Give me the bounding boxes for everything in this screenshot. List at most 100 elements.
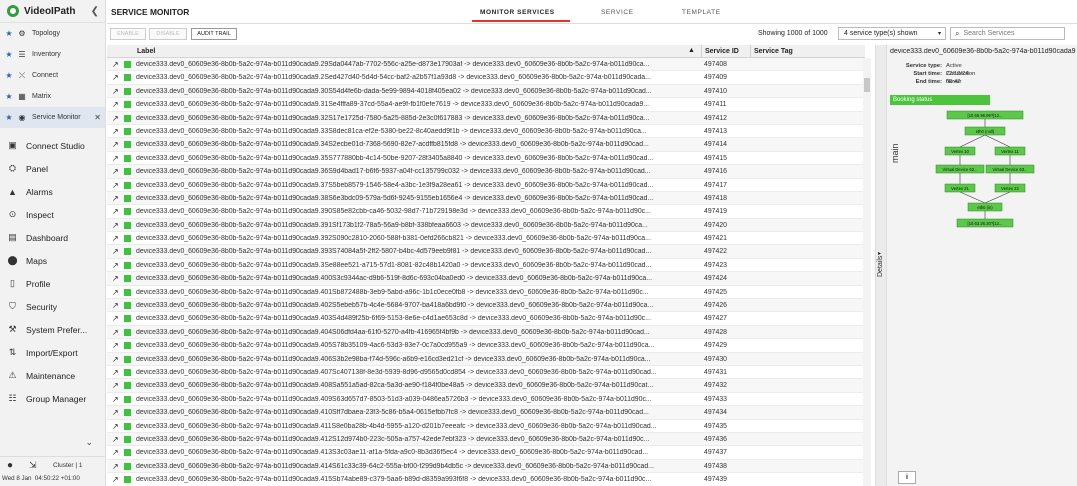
link-icon[interactable]: ↗ xyxy=(112,181,119,190)
link-icon[interactable]: ↗ xyxy=(112,221,119,230)
link-icon[interactable]: ↗ xyxy=(112,341,119,350)
chevron-left-icon[interactable]: ❮ xyxy=(91,6,99,17)
link-icon[interactable]: ↗ xyxy=(112,127,119,136)
link-icon[interactable]: ↗ xyxy=(112,355,119,364)
table-row[interactable]: ↗ device333.dev0_60609e36-8b0b-5a2c-974a-… xyxy=(107,406,865,420)
service-graph[interactable]: [10.65.96.99?]12... eth0 (null) Vertex 10 V… xyxy=(890,105,1076,235)
table-row[interactable]: ↗ device333.dev0_60609e36-8b0b-5a2c-974a-… xyxy=(107,420,865,433)
link-icon[interactable]: ↗ xyxy=(112,247,119,256)
graph-node[interactable]: Virtual Device 63... xyxy=(985,164,1035,174)
link-icon[interactable]: ↗ xyxy=(112,435,119,444)
link-icon[interactable]: ↗ xyxy=(112,194,119,203)
star-icon[interactable]: ★ xyxy=(3,50,15,59)
table-row[interactable]: ↗ device333.dev0_60609e36-8b0b-5a2c-974a-… xyxy=(107,71,865,85)
sidebar-item-connect-studio[interactable]: ▣ Connect Studio xyxy=(0,134,105,157)
table-row[interactable]: ↗ device333.dev0_60609e36-8b0b-5a2c-974a-… xyxy=(107,286,865,300)
table-row[interactable]: ↗ device333.dev0_60609e36-8b0b-5a2c-974a-… xyxy=(107,218,865,233)
sidebar-item-panel[interactable]: ⛭ Panel xyxy=(0,157,105,180)
sidebar-item-system-prefer-[interactable]: ⚒ System Prefer... xyxy=(0,318,105,341)
tab-service[interactable]: SERVICE xyxy=(601,9,634,16)
table-row[interactable]: ↗ device333.dev0_60609e36-8b0b-5a2c-974a-… xyxy=(107,125,865,139)
tab-monitor-services[interactable]: MONITOR SERVICES xyxy=(480,9,555,16)
table-row[interactable]: ↗ device333.dev0_60609e36-8b0b-5a2c-974a-… xyxy=(107,352,865,366)
link-icon[interactable]: ↗ xyxy=(112,395,119,404)
favorite-item-service-monitor[interactable]: ★ ◉ Service Monitor ✕ xyxy=(0,107,105,128)
sidebar-item-maps[interactable]: ⬤ Maps xyxy=(0,249,105,272)
graph-node[interactable]: Vertex 21 xyxy=(944,183,976,193)
table-row[interactable]: ↗ device333.dev0_60609e36-8b0b-5a2c-974a-… xyxy=(107,165,865,179)
service-type-select[interactable]: 4 service type(s) shown ▾ xyxy=(838,27,946,40)
link-icon[interactable]: ↗ xyxy=(112,408,119,417)
graph-node[interactable]: Vertex 10 xyxy=(944,146,976,156)
table-row[interactable]: ↗ device333.dev0_60609e36-8b0b-5a2c-974a-… xyxy=(107,272,865,286)
column-header-label[interactable]: Label xyxy=(137,48,155,55)
graph-node[interactable]: Virtual Device 62... xyxy=(935,164,985,174)
link-icon[interactable]: ↗ xyxy=(112,154,119,163)
sidebar-item-dashboard[interactable]: ▤ Dashboard xyxy=(0,226,105,249)
link-icon[interactable]: ↗ xyxy=(112,314,119,323)
link-icon[interactable]: ↗ xyxy=(112,100,119,109)
table-row[interactable]: ↗ device333.dev0_60609e36-8b0b-5a2c-974a-… xyxy=(107,111,865,125)
table-row[interactable]: ↗ device333.dev0_60609e36-8b0b-5a2c-974a-… xyxy=(107,205,865,219)
link-icon[interactable]: ↗ xyxy=(112,114,119,123)
table-row[interactable]: ↗ device333.dev0_60609e36-8b0b-5a2c-974a-… xyxy=(107,152,865,166)
sidebar-item-profile[interactable]: ▯ Profile xyxy=(0,272,105,295)
graph-node[interactable]: [10.65.96.99?]12... xyxy=(946,110,1024,120)
link-icon[interactable]: ↗ xyxy=(112,274,119,283)
table-row[interactable]: ↗ device333.dev0_60609e36-8b0b-5a2c-974a-… xyxy=(107,393,865,407)
graph-node[interactable]: Vertex 22 xyxy=(994,183,1026,193)
table-row[interactable]: ↗ device333.dev0_60609e36-8b0b-5a2c-974a-… xyxy=(107,379,865,393)
sidebar-item-maintenance[interactable]: ⚠ Maintenance xyxy=(0,364,105,387)
link-icon[interactable]: ↗ xyxy=(112,207,119,216)
link-icon[interactable]: ↗ xyxy=(112,422,119,431)
favorite-item-matrix[interactable]: ★ ▦ Matrix xyxy=(0,86,105,107)
column-header-service-id[interactable]: Service ID xyxy=(705,48,739,55)
sidebar-item-group-manager[interactable]: ☷ Group Manager xyxy=(0,387,105,410)
link-icon[interactable]: ↗ xyxy=(112,288,119,297)
table-row[interactable]: ↗ device333.dev0_60609e36-8b0b-5a2c-974a-… xyxy=(107,179,865,192)
table-row[interactable]: ↗ device333.dev0_60609e36-8b0b-5a2c-974a-… xyxy=(107,432,865,447)
user-icon[interactable]: ● xyxy=(7,460,13,471)
table-row[interactable]: ↗ device333.dev0_60609e36-8b0b-5a2c-974a-… xyxy=(107,299,865,313)
star-icon[interactable]: ★ xyxy=(3,71,15,80)
search-services-input[interactable]: ⌕ Search Services xyxy=(950,27,1065,40)
sidebar-item-security[interactable]: ⛉ Security xyxy=(0,295,105,318)
star-icon[interactable]: ★ xyxy=(3,29,15,38)
link-icon[interactable]: ↗ xyxy=(112,234,119,243)
table-row[interactable]: ↗ device333.dev0_60609e36-8b0b-5a2c-974a-… xyxy=(107,459,865,474)
tab-template[interactable]: TEMPLATE xyxy=(682,9,721,16)
star-icon[interactable]: ★ xyxy=(3,92,15,101)
link-icon[interactable]: ↗ xyxy=(112,261,119,270)
table-row[interactable]: ↗ device333.dev0_60609e36-8b0b-5a2c-974a-… xyxy=(107,138,865,152)
table-row[interactable]: ↗ device333.dev0_60609e36-8b0b-5a2c-974a-… xyxy=(107,473,865,486)
chevron-down-icon[interactable]: ⌄ xyxy=(85,437,93,448)
table-row[interactable]: ↗ device333.dev0_60609e36-8b0b-5a2c-974a-… xyxy=(107,245,865,259)
table-row[interactable]: ↗ device333.dev0_60609e36-8b0b-5a2c-974a-… xyxy=(107,446,865,460)
link-icon[interactable]: ↗ xyxy=(112,448,119,457)
table-row[interactable]: ↗ device333.dev0_60609e36-8b0b-5a2c-974a-… xyxy=(107,312,865,326)
table-row[interactable]: ↗ device333.dev0_60609e36-8b0b-5a2c-974a-… xyxy=(107,98,865,112)
audit-trail-button[interactable]: AUDIT TRAIL xyxy=(191,28,237,40)
sidebar-item-inspect[interactable]: ⊙ Inspect xyxy=(0,203,105,226)
details-tab-label[interactable]: Details xyxy=(877,256,884,277)
table-row[interactable]: ↗ device333.dev0_60609e36-8b0b-5a2c-974a-… xyxy=(107,325,865,340)
link-icon[interactable]: ↗ xyxy=(112,87,119,96)
table-row[interactable]: ↗ device333.dev0_60609e36-8b0b-5a2c-974a-… xyxy=(107,84,865,99)
star-icon[interactable]: ★ xyxy=(3,113,15,122)
logout-icon[interactable]: ⇲ xyxy=(29,460,37,471)
favorite-item-inventory[interactable]: ★ ☰ Inventory xyxy=(0,44,105,65)
graph-node[interactable]: [10.63.26.30?]12... xyxy=(956,218,1014,228)
details-side-tab[interactable]: ▸ Details xyxy=(876,45,887,486)
link-icon[interactable]: ↗ xyxy=(112,475,119,484)
scrollbar-thumb[interactable] xyxy=(864,78,870,92)
column-header-service-tag[interactable]: Service Tag xyxy=(754,48,793,55)
table-scrollbar[interactable] xyxy=(863,58,871,486)
info-button[interactable]: i xyxy=(898,471,916,484)
link-icon[interactable]: ↗ xyxy=(112,60,119,69)
graph-node[interactable]: eth0 (in) xyxy=(967,202,1003,212)
graph-node[interactable]: eth0 (null) xyxy=(964,126,1006,136)
close-icon[interactable]: ✕ xyxy=(94,113,101,122)
link-icon[interactable]: ↗ xyxy=(112,328,119,337)
table-row[interactable]: ↗ device333.dev0_60609e36-8b0b-5a2c-974a-… xyxy=(107,366,865,380)
graph-node[interactable]: Vertex 11 xyxy=(994,146,1026,156)
